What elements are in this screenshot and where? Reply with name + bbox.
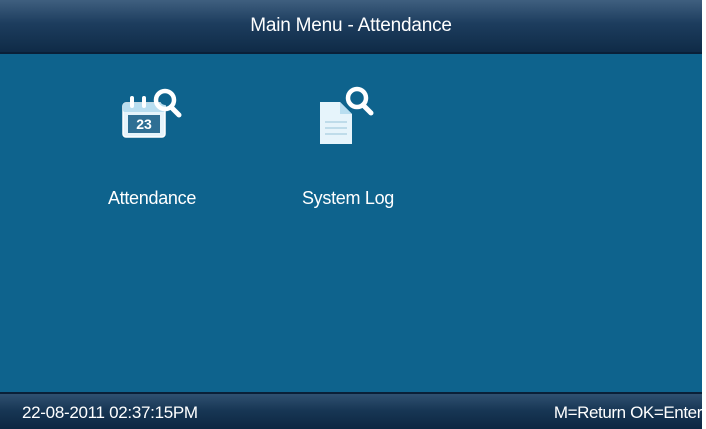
device-screen: Main Menu - Attendance 23 Attendance Sys… <box>0 0 706 429</box>
document-search-icon <box>318 84 380 146</box>
page-title: Main Menu - Attendance <box>250 15 452 36</box>
calendar-search-icon: 23 <box>122 84 184 146</box>
menu-item-attendance[interactable]: 23 Attendance <box>62 84 242 224</box>
key-hints: M=Return OK=Enter <box>553 403 703 422</box>
title-bar: Main Menu - Attendance <box>0 0 702 54</box>
calendar-date-badge: 23 <box>136 116 152 132</box>
status-bar: 22-08-2011 02:37:15PM M=Return OK=Enter <box>0 392 702 429</box>
menu-item-system-log[interactable]: System Log <box>258 84 438 224</box>
menu-item-label: System Log <box>301 188 395 208</box>
main-area: Main Menu - Attendance 23 Attendance Sys… <box>0 0 702 429</box>
menu-item-label: Attendance <box>107 188 197 208</box>
datetime-display: 22-08-2011 02:37:15PM <box>22 403 198 422</box>
